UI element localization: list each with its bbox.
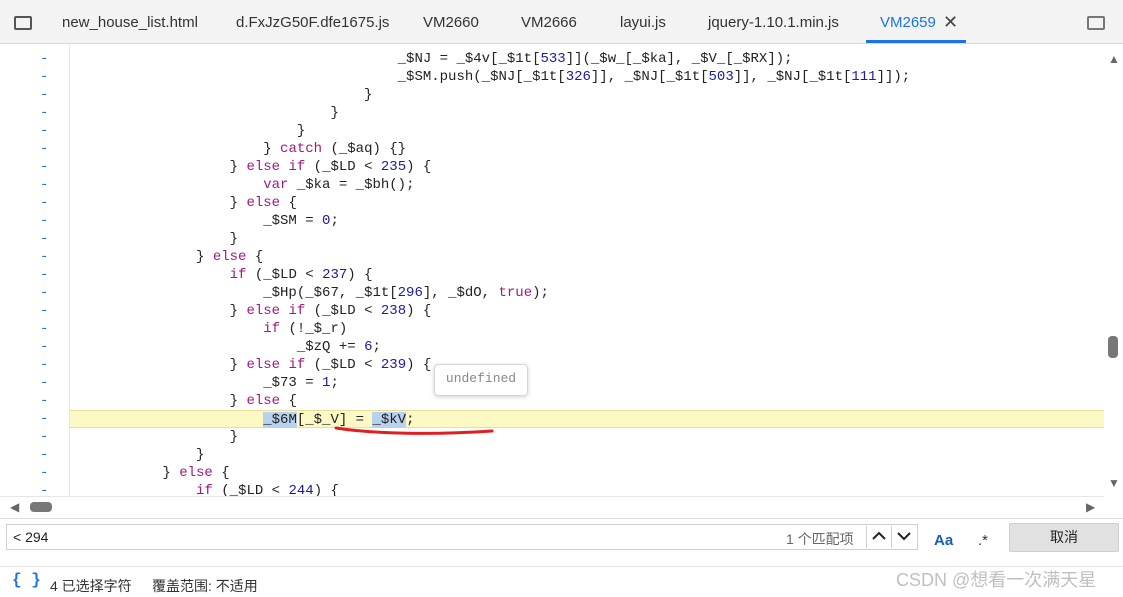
active-tab-indicator xyxy=(866,40,966,43)
toggle-navigator-icon[interactable] xyxy=(14,16,32,30)
tab-layui[interactable]: layui.js xyxy=(620,0,666,43)
line-marker: - xyxy=(40,195,49,211)
line-marker: - xyxy=(40,159,49,175)
scroll-right-icon[interactable]: ▶ xyxy=(1086,500,1095,514)
line-marker: - xyxy=(40,177,49,193)
code-line[interactable]: } else { xyxy=(70,248,1104,266)
watermark: CSDN @想看一次满天星 xyxy=(896,570,1097,590)
code-line[interactable]: } xyxy=(70,446,1104,464)
line-marker: - xyxy=(40,483,49,496)
code-line[interactable]: } else if (_$LD < 235) { xyxy=(70,158,1104,176)
line-marker: - xyxy=(40,465,49,481)
tab-vm2666[interactable]: VM2666 xyxy=(521,0,577,43)
search-input[interactable]: < 294 xyxy=(6,524,918,550)
match-case-button[interactable]: Aa xyxy=(934,532,953,549)
code-line[interactable]: _$SM.push(_$NJ[_$1t[326]], _$NJ[_$1t[503… xyxy=(70,68,1104,86)
line-marker: - xyxy=(40,375,49,391)
line-marker: - xyxy=(40,87,49,103)
line-marker: - xyxy=(40,69,49,85)
value-tooltip: undefined xyxy=(434,364,528,396)
line-marker: - xyxy=(40,249,49,265)
scroll-left-icon[interactable]: ◀ xyxy=(10,500,19,514)
code-line[interactable]: } xyxy=(70,104,1104,122)
previous-match-button[interactable] xyxy=(866,526,891,548)
chevron-up-icon xyxy=(872,531,886,540)
code-line[interactable]: _$6M[_$_V] = _$kV; xyxy=(70,410,1104,428)
chevron-down-icon xyxy=(897,532,911,541)
code-line[interactable]: if (_$LD < 237) { xyxy=(70,266,1104,284)
line-marker: - xyxy=(40,267,49,283)
code-line[interactable]: _$SM = 0; xyxy=(70,212,1104,230)
code-line[interactable]: } else if (_$LD < 239) { xyxy=(70,356,1104,374)
code-line[interactable]: } else if (_$LD < 238) { xyxy=(70,302,1104,320)
line-marker: - xyxy=(40,141,49,157)
cancel-button[interactable]: 取消 xyxy=(1009,523,1119,552)
line-marker: - xyxy=(40,303,49,319)
coverage-status: 覆盖范围: 不适用 xyxy=(152,578,258,594)
line-marker: - xyxy=(40,393,49,409)
code-line[interactable]: if (_$LD < 244) { xyxy=(70,482,1104,496)
code-line[interactable]: } xyxy=(70,230,1104,248)
match-count: 1 个匹配项 xyxy=(786,531,854,547)
line-marker: - xyxy=(40,105,49,121)
tab-d-fxjzg50f[interactable]: d.FxJzG50F.dfe1675.js xyxy=(236,0,389,43)
next-match-button[interactable] xyxy=(891,526,916,548)
line-marker: - xyxy=(40,411,49,427)
line-marker: - xyxy=(40,429,49,445)
code-line[interactable]: } xyxy=(70,86,1104,104)
line-gutter: - - - - - - - - - - - - - - - - - - - - - - - - - xyxy=(0,44,70,496)
line-marker: - xyxy=(40,231,49,247)
line-marker: - xyxy=(40,123,49,139)
tab-vm2660[interactable]: VM2660 xyxy=(423,0,479,43)
code-area[interactable]: _$NJ = _$4v[_$1t[533]](_$w_[_$ka], _$V_[… xyxy=(70,44,1104,496)
line-marker: - xyxy=(40,321,49,337)
code-editor[interactable]: - - - - - - - - - - - - - - - - - - - - - - - - - _$NJ = _$4v[_$… xyxy=(0,44,1123,496)
tab-new-house-list[interactable]: new_house_list.html xyxy=(62,0,198,43)
code-line[interactable]: _$zQ += 6; xyxy=(70,338,1104,356)
vertical-scroll-thumb[interactable] xyxy=(1108,336,1118,358)
code-line[interactable]: } xyxy=(70,122,1104,140)
scroll-up-icon[interactable]: ▲ xyxy=(1108,52,1120,66)
tab-jquery[interactable]: jquery-1.10.1.min.js xyxy=(708,0,839,43)
code-line[interactable]: } else { xyxy=(70,194,1104,212)
code-line[interactable]: var _$ka = _$bh(); xyxy=(70,176,1104,194)
vertical-scrollbar[interactable] xyxy=(1104,44,1123,496)
code-line[interactable]: _$NJ = _$4v[_$1t[533]](_$w_[_$ka], _$V_[… xyxy=(70,50,1104,68)
code-line[interactable]: } else { xyxy=(70,464,1104,482)
code-line[interactable]: } catch (_$aq) {} xyxy=(70,140,1104,158)
red-underline-annotation xyxy=(334,426,494,435)
scroll-down-icon[interactable]: ▼ xyxy=(1108,476,1120,490)
horizontal-scroll-thumb[interactable] xyxy=(30,502,52,512)
pretty-print-icon[interactable]: { } xyxy=(12,571,41,589)
code-line[interactable]: _$73 = 1; xyxy=(70,374,1104,392)
horizontal-scrollbar[interactable] xyxy=(0,496,1104,518)
line-marker: - xyxy=(40,339,49,355)
selection-count: 4 已选择字符 xyxy=(50,578,132,594)
code-line[interactable]: if (!_$_r) xyxy=(70,320,1104,338)
toggle-sidebar-icon[interactable] xyxy=(1087,16,1105,30)
tab-vm2659[interactable]: VM2659 xyxy=(880,0,936,43)
close-icon[interactable]: ✕ xyxy=(943,13,958,31)
line-marker: - xyxy=(40,447,49,463)
code-line[interactable]: _$Hp(_$67, _$1t[296], _$dO, true); xyxy=(70,284,1104,302)
code-line[interactable]: } else { xyxy=(70,392,1104,410)
regex-button[interactable]: .* xyxy=(978,532,988,549)
code-line[interactable]: } xyxy=(70,428,1104,446)
line-marker: - xyxy=(40,213,49,229)
line-marker: - xyxy=(40,285,49,301)
line-marker: - xyxy=(40,357,49,373)
line-marker: - xyxy=(40,51,49,67)
